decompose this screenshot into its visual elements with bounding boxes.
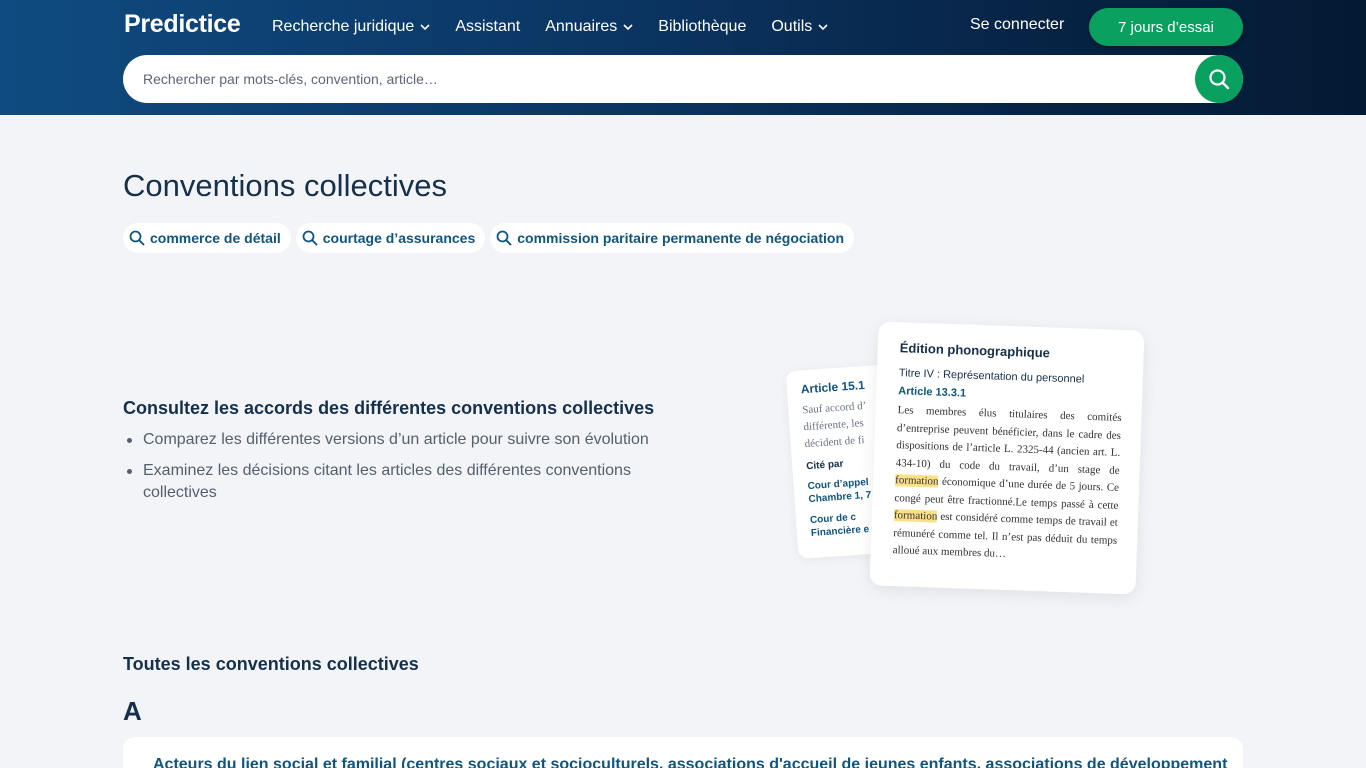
search-bar [123, 55, 1243, 103]
nav-item-label: Bibliothèque [658, 18, 747, 35]
feature-illustration: Article 15.1 Sauf accord d’ différente, … [785, 320, 1156, 600]
convention-list-card: Acteurs du lien social et familial (cent… [123, 737, 1243, 768]
nav-item-outils[interactable]: Outils [771, 18, 828, 36]
section-title: Titre IV : Représentation du personnel [898, 367, 1085, 386]
feature-bullet: Comparez les différentes versions d’un a… [127, 429, 683, 451]
feature-bullet: Examinez les décisions citant les articl… [127, 460, 683, 504]
search-button[interactable] [1195, 55, 1243, 103]
magnifier-icon [302, 230, 318, 246]
chevron-down-icon [420, 24, 430, 31]
nav-item-assistant[interactable]: Assistant [455, 18, 520, 36]
chip-commission-paritaire[interactable]: commission paritaire permanente de négoc… [490, 223, 855, 253]
nav-item-label: Assistant [455, 18, 521, 35]
magnifier-icon [496, 230, 512, 246]
chip-label: commerce de détail [150, 230, 281, 246]
article-card-front: Édition phonographique Titre IV : Représ… [869, 321, 1145, 595]
highlighted-term: formation [894, 474, 939, 488]
search-input[interactable] [143, 55, 1183, 103]
convention-title: Édition phonographique [899, 340, 1051, 361]
top-header: Predictice Recherche juridique Assistant… [0, 0, 1366, 115]
search-icon [1209, 69, 1230, 90]
logo[interactable]: Predictice [124, 10, 241, 39]
article-body: Les membres élus titulaires des comités … [892, 402, 1122, 567]
feature-heading: Consultez les accords des différentes co… [123, 398, 655, 418]
feature-bullets: Comparez les différentes versions d’un a… [127, 429, 683, 513]
chevron-down-icon [623, 24, 633, 31]
nav-item-annuaires[interactable]: Annuaires [545, 18, 633, 36]
highlighted-term: formation [893, 509, 938, 523]
all-conventions-title: Toutes les conventions collectives [123, 654, 419, 674]
chip-label: commission paritaire permanente de négoc… [517, 230, 845, 246]
body-text: Les membres élus titulaires des comités … [895, 404, 1122, 477]
nav-item-label: Annuaires [545, 18, 618, 35]
chevron-down-icon [818, 24, 828, 31]
convention-link[interactable]: Acteurs du lien social et familial (cent… [153, 756, 1227, 768]
chip-commerce-de-detail[interactable]: commerce de détail [123, 223, 291, 253]
nav-item-bibliotheque[interactable]: Bibliothèque [658, 18, 746, 36]
alphabet-letter: A [123, 696, 142, 726]
page-title: Conventions collectives [123, 168, 447, 203]
suggestion-chips: commerce de détail courtage d’assurances… [123, 223, 859, 253]
magnifier-icon [129, 230, 145, 246]
nav-item-label: Outils [771, 18, 813, 35]
nav-item-label: Recherche juridique [272, 18, 415, 35]
chip-courtage-assurances[interactable]: courtage d’assurances [295, 223, 486, 253]
chip-label: courtage d’assurances [322, 230, 476, 246]
nav-item-recherche-juridique[interactable]: Recherche juridique [272, 18, 430, 36]
article-number: Article 13.3.1 [898, 385, 967, 400]
main-nav: Recherche juridique Assistant Annuaires … [272, 16, 853, 38]
login-link[interactable]: Se connecter [970, 16, 1064, 34]
trial-button[interactable]: 7 jours d’essai [1089, 8, 1243, 46]
